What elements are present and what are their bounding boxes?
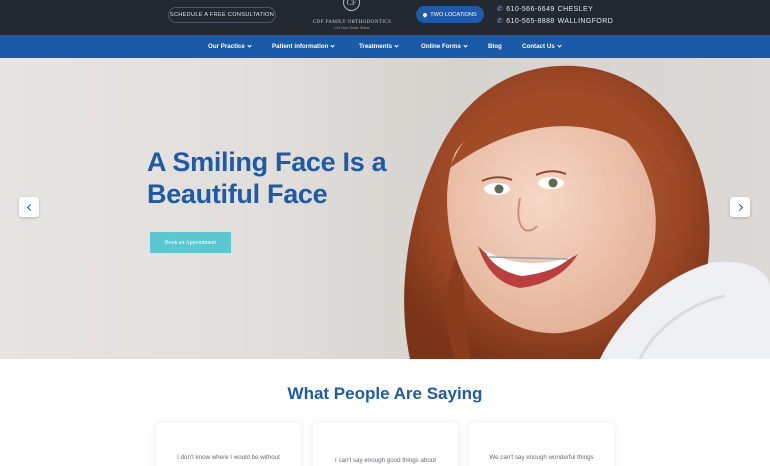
- chevron-down-icon: [557, 43, 562, 48]
- hero-slider: A Smiling Face Is a Beautiful Face Book …: [0, 58, 770, 359]
- chevron-down-icon: [247, 43, 252, 48]
- phone-link-wallingford[interactable]: ✆ 610-565-8888 WALLINGFORD: [497, 15, 613, 27]
- phone-location: CHESLEY: [557, 5, 594, 13]
- nav-item-online-forms[interactable]: Online Forms: [421, 35, 468, 58]
- testimonial-text: I can't say enough good things about: [335, 457, 436, 464]
- phone-number: 610-565-8888: [506, 17, 555, 25]
- chevron-down-icon: [394, 43, 399, 48]
- two-locations-button[interactable]: TWO LOCATIONS: [416, 6, 484, 23]
- nav-item-our-practice[interactable]: Our Practice: [208, 35, 252, 58]
- hero-title: A Smiling Face Is a Beautiful Face: [147, 146, 427, 210]
- slider-prev-button[interactable]: [19, 197, 39, 217]
- chevron-right-icon: [735, 203, 743, 211]
- phone-number: 610-566-6649: [506, 5, 555, 13]
- nav-item-treatments[interactable]: Treatments: [359, 35, 399, 58]
- nav-label: Our Practice: [208, 43, 245, 50]
- logo-name: CDF FAMILY ORTHODONTICS: [312, 19, 392, 25]
- site-logo[interactable]: CF CDF FAMILY ORTHODONTICS Let Your Smil…: [307, 0, 397, 35]
- nav-label: Blog: [488, 43, 502, 50]
- map-pin-icon: [422, 11, 429, 18]
- nav-item-patient-information[interactable]: Patient information: [272, 35, 336, 58]
- hero-title-line-2: Beautiful Face: [147, 179, 328, 209]
- top-bar: SCHEDULE A FREE CONSULTATION CF CDF FAMI…: [0, 0, 770, 35]
- nav-label: Treatments: [359, 43, 393, 50]
- book-appointment-button[interactable]: Book an Appointment: [150, 232, 231, 253]
- nav-label: Online Forms: [421, 43, 461, 50]
- nav-label: Patient information: [272, 43, 329, 50]
- chevron-down-icon: [330, 43, 336, 48]
- hero-title-line-1: A Smiling Face Is a: [147, 147, 387, 177]
- phone-list: ✆ 610-566-6649 CHESLEY ✆ 610-565-8888 WA…: [497, 3, 613, 27]
- phone-link-chesley[interactable]: ✆ 610-566-6649 CHESLEY: [497, 3, 613, 15]
- testimonial-text: I don't know where I would be without: [177, 454, 280, 461]
- testimonial-text: We can't say enough wonderful things: [489, 454, 594, 461]
- testimonial-card: We can't say enough wonderful things: [469, 423, 614, 466]
- two-locations-label: TWO LOCATIONS: [430, 11, 477, 18]
- chevron-left-icon: [26, 203, 34, 211]
- slider-next-button[interactable]: [730, 197, 750, 217]
- phone-icon: ✆: [497, 6, 504, 13]
- schedule-consultation-button[interactable]: SCHEDULE A FREE CONSULTATION: [168, 7, 276, 23]
- nav-item-blog[interactable]: Blog: [488, 35, 502, 58]
- nav-label: Contact Us: [522, 43, 555, 50]
- phone-icon: ✆: [497, 18, 504, 25]
- testimonial-card: I don't know where I would be without: [156, 423, 301, 466]
- logo-mark-icon: CF: [343, 0, 360, 11]
- testimonials-heading: What People Are Saying: [287, 384, 483, 403]
- logo-tagline: Let Your Smile Shine: [334, 26, 370, 30]
- phone-location: WALLINGFORD: [557, 17, 614, 25]
- nav-item-contact-us[interactable]: Contact Us: [522, 35, 562, 58]
- main-nav: Our Practice Patient information Treatme…: [0, 35, 770, 58]
- testimonial-card: I can't say enough good things about: [313, 423, 458, 466]
- chevron-down-icon: [463, 43, 468, 48]
